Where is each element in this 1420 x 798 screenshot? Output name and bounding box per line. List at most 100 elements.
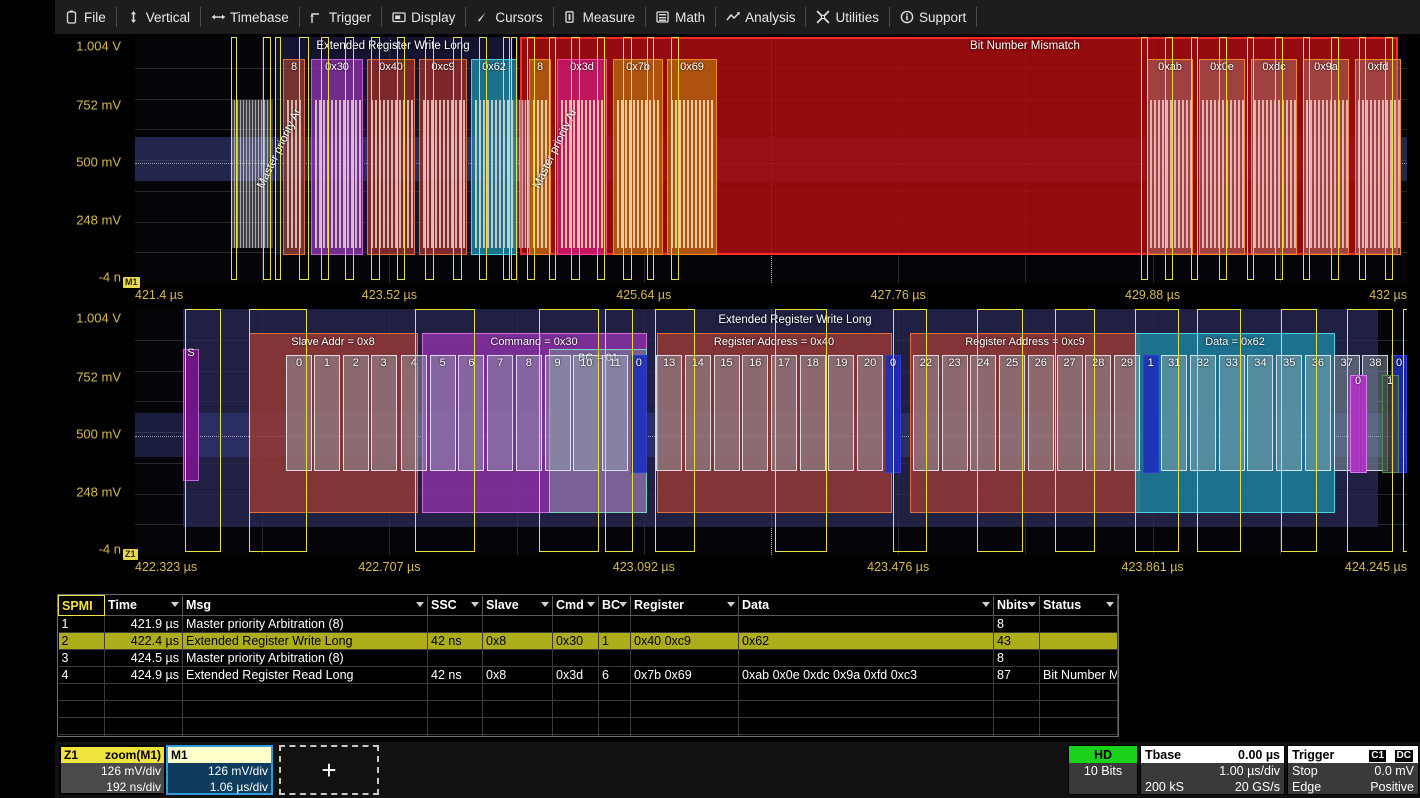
table-row[interactable]: 2 422.4 µs Extended Register Write Long 42 … <box>58 632 1118 650</box>
zoom-region-marker[interactable] <box>511 37 517 280</box>
sort-caret-icon[interactable] <box>727 601 735 607</box>
zoom-region-marker[interactable] <box>345 37 354 280</box>
zoom-region-marker[interactable] <box>977 309 1023 552</box>
table-row-empty[interactable] <box>58 717 1118 735</box>
main-channel-badge[interactable]: M1 <box>123 277 140 288</box>
zoom-region-marker[interactable] <box>503 37 510 280</box>
sort-caret-icon[interactable] <box>1106 601 1114 607</box>
zoom-region-marker[interactable] <box>539 309 599 552</box>
zoom-region-marker[interactable] <box>623 37 632 280</box>
zoom-region-marker[interactable] <box>1141 37 1148 280</box>
menu-item-trigger[interactable]: Trigger <box>300 0 381 34</box>
hd-mode-box[interactable]: HD 10 Bits <box>1068 745 1138 795</box>
sort-caret-icon[interactable] <box>587 601 595 607</box>
menu-item-measure[interactable]: Measure <box>554 0 646 34</box>
table-column-header-slave[interactable]: Slave <box>482 595 553 616</box>
table-row[interactable]: 1 421.9 µs Master priority Arbitration (8)… <box>58 615 1118 633</box>
zoom-region-marker[interactable] <box>1191 37 1198 280</box>
menu-item-support[interactable]: Support <box>890 0 976 34</box>
sort-caret-icon[interactable] <box>541 601 549 607</box>
zoom-region-marker[interactable] <box>397 37 405 280</box>
sort-caret-icon[interactable] <box>982 601 990 607</box>
menu-item-timebase[interactable]: Timebase <box>201 0 299 34</box>
sort-caret-icon[interactable] <box>471 601 479 607</box>
zoom-region-marker[interactable] <box>425 37 434 280</box>
zoom-region-marker[interactable] <box>1135 309 1179 552</box>
zoom-region-marker[interactable] <box>775 309 827 552</box>
channel-box-z1[interactable]: Z1 zoom(M1) 126 mV/div 192 ns/div <box>59 745 166 795</box>
table-column-header-nbits[interactable]: Nbits <box>993 595 1040 616</box>
table-column-header-data[interactable]: Data <box>738 595 994 616</box>
table-column-header-bc[interactable]: BC <box>598 595 631 616</box>
main-menu-bar[interactable]: File Vertical Timebase Trigger Display Cursor… <box>55 0 1420 34</box>
zoom-region-marker[interactable] <box>893 309 927 552</box>
zoom-region-marker[interactable] <box>1359 37 1366 280</box>
table-column-header-ssc[interactable]: SSC <box>427 595 483 616</box>
table-row[interactable]: 4 424.9 µs Extended Register Read Long 42 n… <box>58 666 1118 684</box>
zoom-region-marker[interactable] <box>249 309 307 552</box>
channel-box-m1[interactable]: M1 126 mV/div 1.06 µs/div <box>166 745 273 795</box>
zoom-region-marker[interactable] <box>415 309 475 552</box>
zoom-region-marker[interactable] <box>275 37 281 280</box>
sort-caret-icon[interactable] <box>416 601 424 607</box>
zoom-waveform-plot[interactable]: 1.004 V 752 mV 500 mV 248 mV -4 n Extended R… <box>55 306 1420 591</box>
zoom-region-marker[interactable] <box>321 37 329 280</box>
menu-item-display[interactable]: Display <box>382 0 465 34</box>
zoom-region-marker[interactable] <box>571 37 580 280</box>
zoom-region-marker[interactable] <box>549 37 556 280</box>
table-column-header-time[interactable]: Time <box>104 595 183 616</box>
zoom-region-marker[interactable] <box>527 37 535 280</box>
table-header-row[interactable]: SPMI Time Msg SSC Slave Cmd BC Register Data Nbit… <box>58 595 1118 616</box>
zoom-region-marker[interactable] <box>597 37 605 280</box>
zoom-region-marker[interactable] <box>479 37 487 280</box>
zoom-region-marker[interactable] <box>1281 309 1317 552</box>
channel-descriptor-boxes[interactable]: Z1 zoom(M1) 126 mV/div 192 ns/div M1 126 mV/d… <box>59 745 379 795</box>
menu-item-utilities[interactable]: Utilities <box>806 0 889 34</box>
sort-caret-icon[interactable] <box>171 601 179 607</box>
zoom-region-marker[interactable] <box>1055 309 1095 552</box>
zoom-region-marker[interactable] <box>1347 309 1393 552</box>
sort-caret-icon[interactable] <box>619 601 627 607</box>
zoom-region-marker[interactable] <box>671 37 679 280</box>
zoom-region-marker[interactable] <box>1219 37 1227 280</box>
trigger-coupling-badge[interactable]: DC <box>1393 748 1414 763</box>
table-row-empty[interactable] <box>58 734 1118 736</box>
zoom-region-marker[interactable] <box>453 37 462 280</box>
zoom-region-marker[interactable] <box>605 309 633 552</box>
zoom-region-marker[interactable] <box>1385 37 1393 280</box>
zoom-region-marker[interactable] <box>263 37 271 280</box>
zoom-region-marker[interactable] <box>231 37 237 280</box>
table-column-header-cmd[interactable]: Cmd <box>552 595 599 616</box>
zoom-region-marker[interactable] <box>185 309 221 552</box>
table-row[interactable]: 3 424.5 µs Master priority Arbitration (8)… <box>58 649 1118 667</box>
zoom-region-marker[interactable] <box>647 37 654 280</box>
trigger-source-badge[interactable]: C1 <box>1368 748 1388 763</box>
zoom-region-marker[interactable] <box>1303 37 1310 280</box>
main-waveform-plot[interactable]: 1.004 V 752 mV 500 mV 248 mV -4 n 8 0x30 0x40 0… <box>55 34 1420 302</box>
zoom-region-marker[interactable] <box>655 309 695 552</box>
zoom-region-marker[interactable] <box>1331 37 1339 280</box>
table-column-header-msg[interactable]: Msg <box>182 595 428 616</box>
trigger-box[interactable]: Trigger C1 DC Stop 0.0 mV Edge Positive <box>1287 745 1419 795</box>
add-channel-button[interactable]: + <box>279 745 379 795</box>
zoom-region-marker[interactable] <box>299 37 309 280</box>
zoom-channel-badge[interactable]: Z1 <box>123 549 138 560</box>
menu-item-math[interactable]: Math <box>646 0 715 34</box>
menu-item-vertical[interactable]: Vertical <box>117 0 200 34</box>
zoom-region-marker[interactable] <box>1403 309 1407 552</box>
menu-item-analysis[interactable]: Analysis <box>716 0 805 34</box>
zoom-region-marker[interactable] <box>1247 37 1254 280</box>
zoom-region-marker[interactable] <box>1275 37 1283 280</box>
table-column-header-register[interactable]: Register <box>630 595 739 616</box>
zoom-region-marker[interactable] <box>1197 309 1241 552</box>
menu-item-file[interactable]: File <box>55 0 116 34</box>
table-column-header-status[interactable]: Status <box>1039 595 1118 616</box>
zoom-region-marker[interactable] <box>371 37 380 280</box>
timebase-box[interactable]: Tbase 0.00 µs 1.00 µs/div 200 kS 20 GS/s <box>1140 745 1285 795</box>
menu-item-cursors[interactable]: Cursors <box>466 0 552 34</box>
decode-results-table[interactable]: SPMI Time Msg SSC Slave Cmd BC Register Data Nbit… <box>57 594 1119 737</box>
table-column-header-spmi[interactable]: SPMI <box>58 595 105 616</box>
sort-caret-icon[interactable] <box>1028 601 1036 607</box>
table-row-empty[interactable] <box>58 683 1118 701</box>
table-row-empty[interactable] <box>58 700 1118 718</box>
